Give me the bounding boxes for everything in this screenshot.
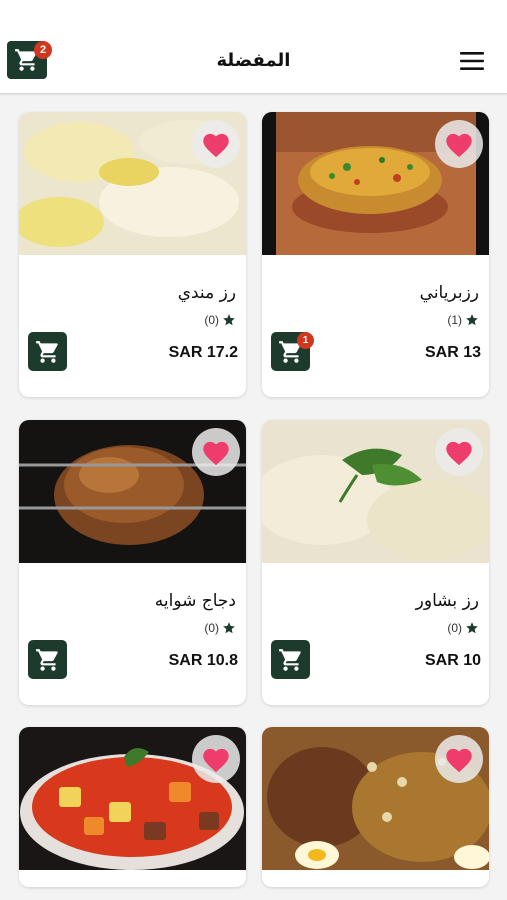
rating: (1) — [447, 313, 479, 327]
product-price: SAR 17.2 — [168, 344, 238, 361]
add-to-cart-button[interactable] — [28, 640, 67, 679]
favorite-button[interactable] — [435, 735, 483, 783]
rating-count: (0) — [447, 621, 462, 635]
product-card[interactable] — [19, 727, 246, 887]
item-cart-count-badge: 1 — [297, 332, 314, 349]
favorite-button[interactable] — [435, 120, 483, 168]
favorites-grid: رزبرياني (1) SAR 13 1 رز مندي (0) SAR 17… — [0, 0, 507, 900]
rating: (0) — [447, 621, 479, 635]
rating-count: (1) — [447, 313, 462, 327]
rating-count: (0) — [204, 621, 219, 635]
product-name: دجاج شوايه — [154, 591, 236, 611]
rating: (0) — [204, 621, 236, 635]
heart-icon — [203, 441, 229, 466]
favorite-button[interactable] — [192, 120, 240, 168]
cart-icon — [35, 340, 58, 363]
product-card[interactable]: دجاج شوايه (0) SAR 10.8 — [19, 420, 246, 705]
add-to-cart-button[interactable] — [271, 640, 310, 679]
add-to-cart-button[interactable] — [28, 332, 67, 371]
star-icon — [223, 314, 235, 326]
favorite-button[interactable] — [192, 735, 240, 783]
product-price: SAR 10 — [424, 652, 481, 669]
star-icon — [223, 622, 235, 634]
product-card[interactable]: رز بشاور (0) SAR 10 — [262, 420, 489, 705]
product-price: SAR 10.8 — [168, 652, 238, 669]
product-price: SAR 13 — [424, 344, 481, 361]
rating: (0) — [204, 313, 236, 327]
heart-icon — [446, 748, 472, 773]
heart-icon — [203, 748, 229, 773]
favorite-button[interactable] — [435, 428, 483, 476]
product-name: رز بشاور — [415, 591, 479, 611]
heart-icon — [446, 133, 472, 158]
star-icon — [466, 622, 478, 634]
product-name: رزبرياني — [419, 283, 479, 303]
rating-count: (0) — [204, 313, 219, 327]
star-icon — [466, 314, 478, 326]
favorite-button[interactable] — [192, 428, 240, 476]
heart-icon — [446, 441, 472, 466]
product-card[interactable]: رز مندي (0) SAR 17.2 — [19, 112, 246, 397]
cart-icon — [35, 648, 58, 671]
product-name: رز مندي — [177, 283, 236, 303]
product-card[interactable] — [262, 727, 489, 887]
cart-icon — [278, 648, 301, 671]
heart-icon — [203, 133, 229, 158]
product-card[interactable]: رزبرياني (1) SAR 13 1 — [262, 112, 489, 397]
